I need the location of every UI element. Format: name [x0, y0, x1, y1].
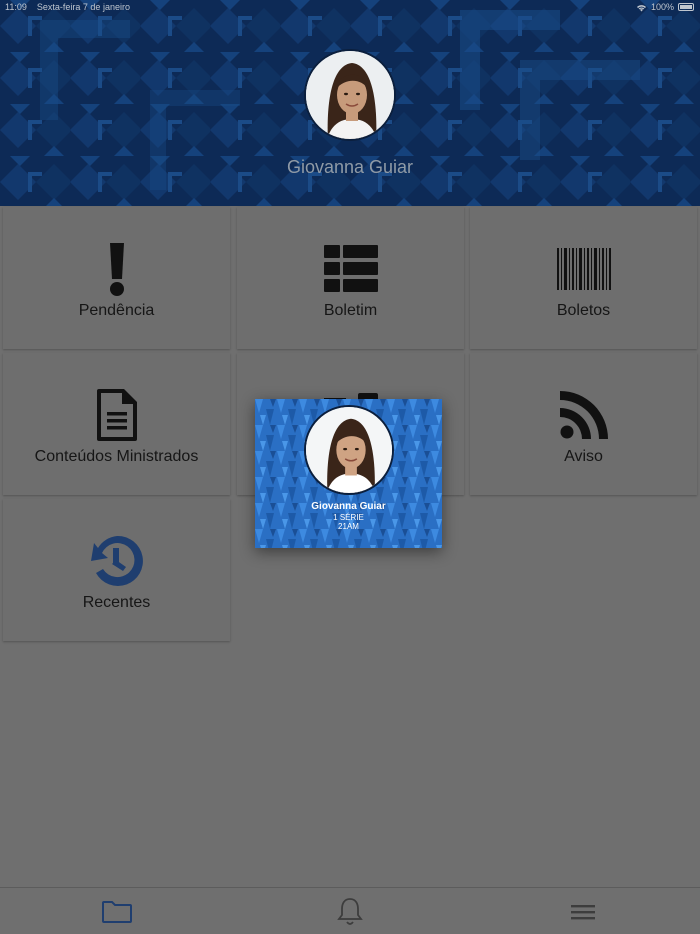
bell-icon: [336, 897, 363, 925]
card-student-grade: 1 SÉRIE: [333, 513, 364, 522]
barcode-icon: [470, 239, 697, 299]
folder-icon: [101, 900, 132, 923]
tile-label: Aviso: [564, 448, 603, 465]
history-icon: [3, 531, 230, 591]
tile-label: Boletim: [323, 302, 378, 319]
status-left: 11:09 Sexta-feira 7 de janeiro: [5, 2, 130, 12]
card-avatar-photo: [306, 407, 392, 493]
battery-percent: 100%: [650, 2, 674, 12]
grid-table-icon: [237, 239, 464, 299]
tile-aviso[interactable]: Aviso: [470, 353, 697, 495]
document-icon: [3, 385, 230, 445]
tile-label: Boletos: [556, 302, 611, 319]
profile-header: Giovanna Guiar: [0, 0, 700, 206]
status-date: Sexta-feira 7 de janeiro: [36, 2, 130, 12]
card-student-name: Giovanna Guiar: [311, 501, 386, 512]
nav-notifications-button[interactable]: [233, 888, 466, 934]
battery-icon: [678, 3, 694, 11]
card-student-class: 21AM: [338, 522, 359, 531]
card-avatar: [304, 405, 394, 495]
tile-label: Recentes: [82, 594, 151, 611]
wifi-icon: [636, 4, 646, 11]
hamburger-menu-icon: [570, 904, 595, 919]
nav-folder-button[interactable]: [0, 888, 233, 934]
status-right: 100%: [636, 2, 694, 12]
profile-name: Giovanna Guiar: [286, 157, 414, 177]
nav-menu-button[interactable]: [466, 888, 699, 934]
status-time: 11:09: [5, 2, 27, 12]
profile-avatar[interactable]: [304, 49, 396, 141]
avatar-photo: [306, 51, 394, 139]
bottom-navigation: [0, 887, 700, 934]
tile-recentes[interactable]: Recentes: [3, 499, 230, 641]
tile-conteudos-ministrados[interactable]: Conteúdos Ministrados: [3, 353, 230, 495]
student-id-card-popup[interactable]: Giovanna Guiar 1 SÉRIE 21AM: [255, 399, 442, 548]
rss-feed-icon: [470, 385, 697, 445]
tile-label: Conteúdos Ministrados: [34, 448, 199, 465]
exclamation-icon: [3, 239, 230, 299]
tile-boletim[interactable]: Boletim: [237, 207, 464, 349]
status-bar: 11:09 Sexta-feira 7 de janeiro 100%: [0, 0, 700, 14]
tile-label: Pendência: [78, 302, 155, 319]
tile-boletos[interactable]: Boletos: [470, 207, 697, 349]
tile-pendencia[interactable]: Pendência: [3, 207, 230, 349]
